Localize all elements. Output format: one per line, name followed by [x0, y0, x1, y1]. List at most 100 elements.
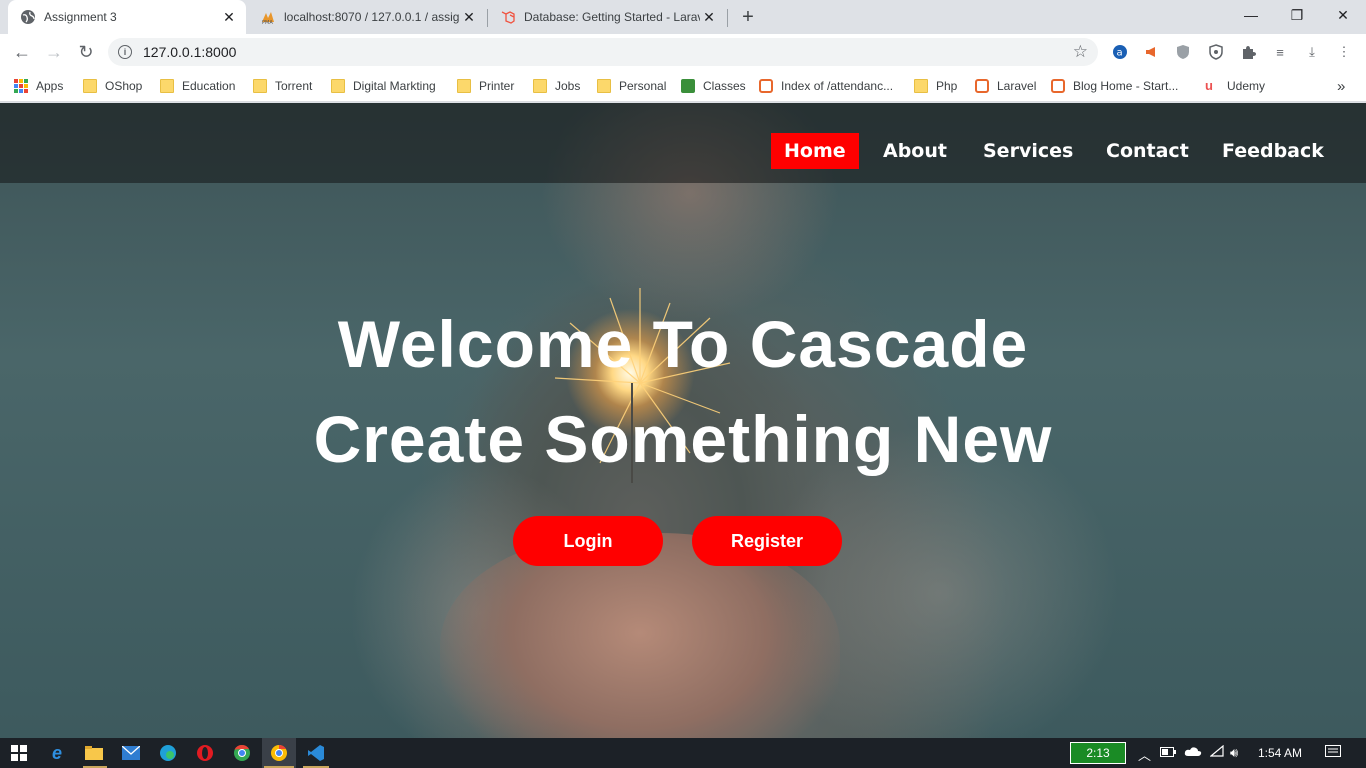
bookmark-digital-markting[interactable]: Digital Markting — [331, 77, 436, 95]
apps-grid-icon — [14, 79, 28, 93]
reading-list-icon[interactable]: ≡ — [1272, 44, 1288, 60]
chrome-active-icon[interactable] — [268, 742, 290, 764]
xampp-icon — [1051, 79, 1065, 93]
tab-title: Database: Getting Started - Larav — [524, 10, 700, 24]
folder-icon — [533, 79, 547, 93]
bookmark-education[interactable]: Education — [160, 77, 235, 95]
reload-icon[interactable]: ↻ — [72, 38, 100, 66]
hero-heading-line2: Create Something New — [313, 402, 1053, 476]
page-viewport: Home About Services Contact Feedback Wel… — [0, 103, 1366, 738]
nav-contact[interactable]: Contact — [1093, 133, 1202, 169]
register-button[interactable]: Register — [692, 516, 842, 566]
folder-icon — [160, 79, 174, 93]
folder-icon — [597, 79, 611, 93]
tab-title: Assignment 3 — [44, 10, 117, 24]
svg-text:PMA: PMA — [262, 20, 273, 25]
xampp-icon — [759, 79, 773, 93]
tab-laravel-docs[interactable]: Database: Getting Started - Larav ✕ — [488, 0, 726, 34]
new-tab-icon[interactable]: + — [737, 6, 759, 28]
hero-heading-line1: Welcome To Cascade — [337, 307, 1029, 381]
wifi-icon[interactable] — [1209, 744, 1224, 760]
bookmark-classes[interactable]: Classes — [681, 77, 746, 95]
bookmark-torrent[interactable]: Torrent — [253, 77, 312, 95]
extensions-puzzle-icon[interactable] — [1240, 44, 1256, 60]
mail-icon[interactable] — [120, 742, 142, 764]
shield-icon[interactable] — [1175, 44, 1191, 60]
bookmark-label: Classes — [703, 79, 746, 93]
url-text[interactable]: 127.0.0.1:8000 — [143, 44, 236, 60]
folder-icon — [83, 79, 97, 93]
download-icon[interactable]: ⤓ — [1304, 44, 1320, 60]
system-clock[interactable]: 1:54 AM — [1258, 746, 1302, 760]
notification-center-icon[interactable] — [1325, 745, 1341, 762]
tab-assignment-3[interactable]: Assignment 3 ✕ — [8, 0, 246, 34]
battery-icon[interactable] — [1160, 745, 1176, 760]
bookmark-jobs[interactable]: Jobs — [533, 77, 580, 95]
tray-chevron-up-icon[interactable]: ︿ — [1138, 745, 1151, 764]
bookmark-oshop[interactable]: OShop — [83, 77, 142, 95]
windows-taskbar: e 2:13 ︿ 🔊︎ 1:54 AM — [0, 738, 1366, 768]
chrome-icon[interactable] — [231, 742, 253, 764]
nav-feedback[interactable]: Feedback — [1209, 133, 1337, 169]
menu-kebab-icon[interactable]: ⋮ — [1336, 44, 1352, 60]
back-icon[interactable]: ← — [8, 38, 36, 66]
address-bar[interactable]: i 127.0.0.1:8000 ☆ — [108, 38, 1098, 66]
login-button[interactable]: Login — [513, 516, 663, 566]
folder-icon — [331, 79, 345, 93]
onedrive-cloud-icon[interactable] — [1184, 745, 1202, 760]
bookmark-label: Jobs — [555, 79, 581, 93]
folder-icon — [457, 79, 471, 93]
nav-home[interactable]: Home — [771, 133, 859, 169]
bookmark-laravel[interactable]: Laravel — [975, 77, 1036, 95]
bookmark-label: Udemy — [1227, 79, 1266, 93]
laravel-icon — [500, 9, 516, 25]
close-window-icon[interactable]: ✕ — [1320, 0, 1366, 30]
xampp-icon — [975, 79, 989, 93]
edge-icon[interactable] — [157, 742, 179, 764]
extension-a-icon[interactable]: a — [1112, 44, 1128, 60]
globe-icon — [20, 9, 36, 25]
browser-toolbar: ← → ↻ i 127.0.0.1:8000 ☆ a ≡ ⤓ ⋮ — [0, 34, 1366, 70]
site-info-icon[interactable]: i — [118, 45, 132, 59]
nav-services[interactable]: Services — [970, 133, 1086, 169]
tab-close-icon[interactable]: ✕ — [220, 8, 238, 26]
bookmark-blog-home[interactable]: Blog Home - Start... — [1051, 77, 1178, 95]
bookmark-label: Blog Home - Start... — [1073, 79, 1179, 93]
minimize-icon[interactable]: — — [1228, 0, 1274, 30]
bookmark-printer[interactable]: Printer — [457, 77, 514, 95]
bookmarks-bar: Apps OShop Education Torrent Digital Mar… — [0, 70, 1366, 102]
file-explorer-icon[interactable] — [83, 742, 105, 764]
bookmark-php[interactable]: Php — [914, 77, 957, 95]
more-bookmarks-button[interactable]: » — [1337, 77, 1345, 95]
svg-text:a: a — [1117, 48, 1123, 59]
bookmark-index-of-attendance[interactable]: Index of /attendanc... — [759, 77, 893, 95]
privacy-shield-icon[interactable] — [1208, 44, 1224, 60]
volume-icon[interactable]: 🔊︎ — [1230, 745, 1238, 761]
bookmark-label: Personal — [619, 79, 667, 93]
bookmark-label: Torrent — [275, 79, 313, 93]
tab-close-icon[interactable]: ✕ — [700, 8, 718, 26]
windows-start-icon[interactable] — [8, 742, 30, 764]
bookmark-label: Digital Markting — [353, 79, 436, 93]
bookmark-label: Apps — [36, 79, 64, 93]
nav-about[interactable]: About — [870, 133, 960, 169]
bookmark-apps[interactable]: Apps — [14, 77, 63, 95]
phpmyadmin-icon: PMA — [260, 9, 276, 25]
bookmark-label: Php — [936, 79, 958, 93]
bookmark-udemy[interactable]: u Udemy — [1205, 77, 1265, 95]
megaphone-icon[interactable] — [1144, 44, 1160, 60]
internet-explorer-icon[interactable]: e — [46, 742, 68, 764]
restore-icon[interactable]: ❐ — [1274, 0, 1320, 30]
bookmark-label: OShop — [105, 79, 143, 93]
classroom-icon — [681, 79, 695, 93]
bookmark-personal[interactable]: Personal — [597, 77, 666, 95]
vscode-icon[interactable] — [305, 742, 327, 764]
opera-icon[interactable] — [194, 742, 216, 764]
bookmark-label: Printer — [479, 79, 515, 93]
tab-phpmyadmin[interactable]: PMA localhost:8070 / 127.0.0.1 / assig ✕ — [248, 0, 486, 34]
forward-icon[interactable]: → — [40, 38, 68, 66]
bookmark-star-icon[interactable]: ☆ — [1073, 42, 1088, 62]
tab-close-icon[interactable]: ✕ — [460, 8, 478, 26]
battery-time-badge[interactable]: 2:13 — [1070, 742, 1126, 764]
udemy-icon: u — [1205, 78, 1213, 93]
